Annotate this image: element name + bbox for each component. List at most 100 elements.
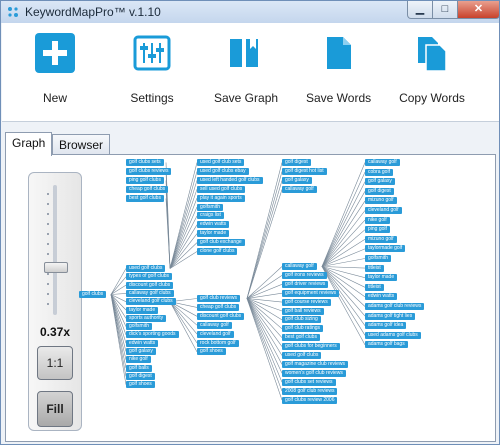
keyword-node[interactable]: golf digest hot list bbox=[282, 168, 327, 175]
keyword-node[interactable]: golf driver reviews bbox=[282, 280, 329, 288]
keyword-node[interactable]: taylor made bbox=[126, 306, 159, 314]
graph-edge bbox=[246, 171, 283, 299]
close-button[interactable]: ✕ bbox=[457, 1, 499, 19]
keyword-node[interactable]: taylor made bbox=[365, 274, 398, 282]
keyword-node[interactable]: best golf clubs bbox=[282, 334, 320, 342]
keyword-node[interactable]: golf shoes bbox=[126, 381, 155, 389]
keyword-node[interactable]: edwin watts bbox=[197, 221, 230, 229]
keyword-node[interactable]: cleveland golf clubs bbox=[126, 298, 176, 306]
graph-edge bbox=[246, 180, 283, 299]
keyword-node[interactable]: used golf club sets bbox=[197, 159, 245, 166]
keyword-node[interactable]: golf clubs review 2006 bbox=[282, 396, 338, 404]
keyword-node[interactable]: golf digest bbox=[126, 372, 155, 380]
keyword-node[interactable]: golf shoes bbox=[197, 348, 226, 356]
minimize-button[interactable]: ▁ bbox=[407, 1, 433, 19]
save-graph-button[interactable]: Save Graph bbox=[214, 33, 278, 105]
maximize-button[interactable]: □ bbox=[432, 1, 458, 19]
graph-edge bbox=[321, 266, 366, 269]
keyword-node[interactable]: used adams golf clubs bbox=[365, 331, 421, 339]
copy-words-button[interactable]: Copy Words bbox=[398, 33, 466, 105]
keyword-node[interactable]: golf clubs set reviews bbox=[282, 378, 336, 386]
keyword-node[interactable]: golfsmith bbox=[197, 203, 224, 211]
keyword-node[interactable]: golf galaxy bbox=[126, 348, 156, 355]
keyword-node[interactable]: best golf clubs bbox=[126, 195, 164, 202]
keyword-node[interactable]: cheap golf clubs bbox=[197, 303, 240, 311]
keyword-node[interactable]: titleist bbox=[365, 264, 384, 272]
settings-button[interactable]: Settings bbox=[124, 33, 180, 105]
keyword-node[interactable]: golf digest bbox=[365, 187, 394, 195]
keyword-node[interactable]: play it again sports bbox=[197, 194, 245, 202]
keyword-node[interactable]: mizuno golf bbox=[365, 197, 397, 205]
keyword-node[interactable]: used golf clubs bbox=[282, 352, 322, 359]
keyword-node[interactable]: adams golf bags bbox=[365, 341, 408, 349]
keyword-node[interactable]: cheap golf clubs bbox=[126, 186, 169, 193]
title-bar[interactable]: KeywordMapPro™ v.1.10 ▁ □ ✕ bbox=[1, 1, 499, 23]
keyword-node[interactable]: golf club reviews bbox=[197, 295, 240, 302]
keyword-node[interactable]: types of golf clubs bbox=[126, 273, 173, 281]
keyword-node[interactable]: used golf clubs bbox=[126, 265, 166, 272]
graph-edge bbox=[246, 298, 283, 374]
keyword-node[interactable]: golf irons reviews bbox=[282, 271, 327, 279]
keyword-node[interactable]: dick's sporting goods bbox=[126, 331, 179, 339]
keyword-node[interactable]: callaway golf bbox=[197, 321, 232, 329]
keyword-node[interactable]: callaway golf bbox=[282, 186, 317, 193]
graph-edge bbox=[321, 200, 366, 267]
keyword-node[interactable]: discount golf clubs bbox=[126, 281, 174, 289]
keyword-node[interactable]: mizuno golf bbox=[365, 235, 397, 243]
keyword-node[interactable]: used golf clubs ebay bbox=[197, 167, 249, 175]
keyword-node[interactable]: cleveland golf bbox=[365, 207, 402, 214]
keyword-node[interactable]: cleveland golf bbox=[197, 330, 234, 338]
keyword-node[interactable]: sports authority bbox=[126, 314, 167, 322]
keyword-node[interactable]: golf equipment reviews bbox=[282, 289, 340, 297]
keyword-node[interactable]: ping golf bbox=[365, 226, 390, 234]
keyword-node[interactable]: craigs list bbox=[197, 212, 224, 220]
keyword-node[interactable]: taylormade golf bbox=[365, 245, 406, 253]
keyword-node[interactable]: golf galaxy bbox=[365, 178, 395, 186]
app-window: KeywordMapPro™ v.1.10 ▁ □ ✕ New Settings bbox=[0, 0, 500, 445]
keyword-node[interactable]: golf clubs reviews bbox=[126, 168, 172, 175]
keyword-node[interactable]: rock bottom golf bbox=[197, 339, 239, 347]
keyword-node[interactable]: sell used golf clubs bbox=[197, 185, 246, 193]
tab-graph[interactable]: Graph bbox=[5, 132, 53, 156]
new-button[interactable]: New bbox=[32, 33, 78, 105]
graph-edge bbox=[169, 233, 198, 269]
keyword-node[interactable]: callaway golf bbox=[282, 263, 317, 270]
keyword-node[interactable]: golfsmith bbox=[365, 255, 392, 262]
keyword-node[interactable]: golf club ratings bbox=[282, 325, 324, 333]
keyword-node[interactable]: golf course reviews bbox=[282, 298, 331, 306]
keyword-node[interactable]: golf magazine club reviews bbox=[282, 360, 349, 368]
keyword-node[interactable]: golf ball reviews bbox=[282, 307, 324, 315]
keyword-node[interactable]: golf galaxy bbox=[282, 177, 312, 184]
tab-browser[interactable]: Browser bbox=[52, 134, 111, 155]
keyword-node[interactable]: golf club exchange bbox=[197, 239, 245, 247]
keyword-node[interactable]: discount golf clubs bbox=[197, 312, 245, 320]
keyword-node[interactable]: edwin watts bbox=[126, 339, 159, 347]
keyword-node[interactable]: clone golf clubs bbox=[197, 248, 238, 255]
save-words-button[interactable]: Save Words bbox=[306, 33, 371, 105]
keyword-node[interactable]: golf digest bbox=[282, 159, 311, 166]
keyword-node[interactable]: golf clubs bbox=[79, 291, 107, 298]
graph-edge bbox=[169, 301, 198, 326]
keyword-node[interactable]: used left handed golf clubs bbox=[197, 176, 263, 184]
keyword-node[interactable]: edwin watts bbox=[365, 293, 398, 301]
graph-links bbox=[110, 162, 366, 401]
keyword-node[interactable]: golf clubs for beginners bbox=[282, 343, 340, 351]
keyword-node[interactable]: golf balls bbox=[126, 364, 152, 372]
keyword-node[interactable]: women's golf club reviews bbox=[282, 369, 346, 377]
keyword-node[interactable]: golf clubs sets bbox=[126, 159, 164, 166]
keyword-node[interactable]: taylor made bbox=[197, 230, 230, 238]
keyword-node[interactable]: adams golf tight lies bbox=[365, 312, 416, 320]
keyword-node[interactable]: golf club sizing bbox=[282, 316, 321, 324]
keyword-node[interactable]: callaway golf bbox=[365, 159, 400, 166]
keyword-node[interactable]: adams golf club reviews bbox=[365, 303, 425, 310]
keyword-node[interactable]: 2008 golf club reviews bbox=[282, 387, 338, 395]
keyword-node[interactable]: golfsmith bbox=[126, 323, 153, 331]
keyword-node[interactable]: titleist bbox=[365, 283, 384, 291]
keyword-node[interactable]: nike golf bbox=[126, 356, 151, 364]
keyword-node[interactable]: ping golf clubs bbox=[126, 177, 164, 184]
keyword-node[interactable]: cobra golf bbox=[365, 168, 393, 176]
keyword-node[interactable]: adams golf idea bbox=[365, 322, 407, 330]
keyword-node[interactable]: callaway golf clubs bbox=[126, 289, 174, 297]
graph-panel: 0.37x 1:1 Fill golf clubs used golf clubs… bbox=[5, 154, 496, 442]
keyword-node[interactable]: nike golf bbox=[365, 216, 390, 224]
